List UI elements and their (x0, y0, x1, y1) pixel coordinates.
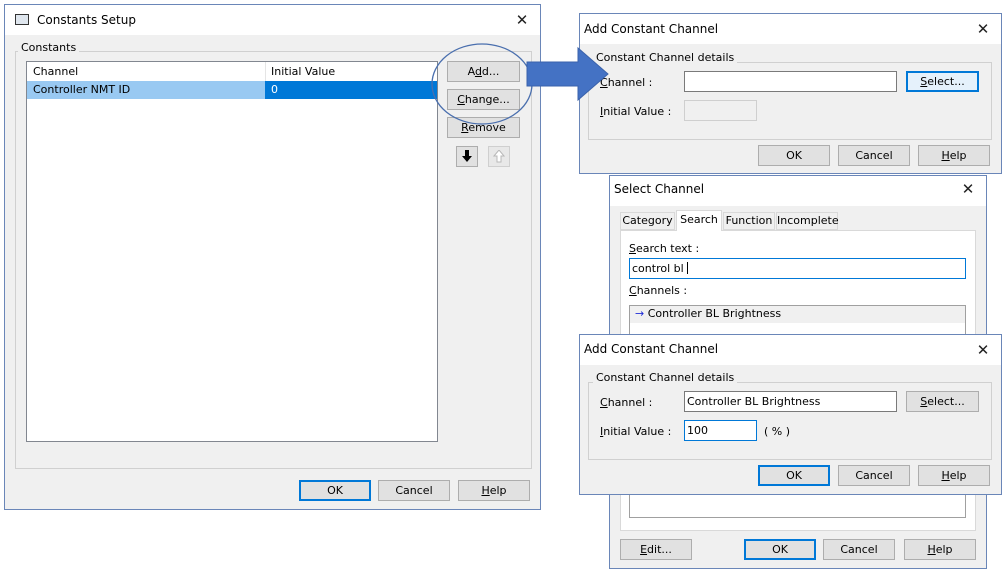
cancel-button[interactable]: Cancel (378, 480, 450, 501)
help-button[interactable]: Help (904, 539, 976, 560)
select-button[interactable]: Select... (906, 71, 979, 92)
arrow-up-icon (492, 149, 506, 163)
title-bar: Add Constant Channel ✕ (580, 335, 1001, 365)
edit-button[interactable]: Edit... (620, 539, 692, 560)
channel-label: Channel : (600, 76, 653, 89)
constants-group-label: Constants (18, 41, 80, 54)
initial-value-field (684, 100, 757, 121)
cancel-button[interactable]: Cancel (823, 539, 895, 560)
window-title: Constants Setup (37, 13, 136, 27)
list-item[interactable]: → Controller BL Brightness (630, 306, 965, 323)
window-title: Add Constant Channel (584, 342, 719, 356)
arrow-down-icon (462, 150, 472, 162)
search-text-label: Search text : (629, 242, 700, 255)
channel-details-label: Constant Channel details (593, 371, 738, 384)
search-input[interactable]: control bl (629, 258, 966, 279)
close-icon[interactable]: ✕ (958, 179, 978, 199)
title-bar: Constants Setup ✕ (5, 5, 540, 35)
select-button[interactable]: Select... (906, 391, 979, 412)
channel-label: Channel : (600, 396, 653, 409)
add-constant-channel-filled-window: Add Constant Channel ✕ Constant Channel … (579, 334, 1002, 495)
move-up-button[interactable] (488, 146, 510, 167)
help-button[interactable]: Help (918, 465, 990, 486)
title-bar: Add Constant Channel ✕ (580, 14, 1001, 44)
tab-strip: Category Search Function Incomplete (620, 210, 974, 231)
change-button[interactable]: Change... (447, 89, 520, 110)
ok-button[interactable]: OK (758, 145, 830, 166)
initial-value-field[interactable]: 100 (684, 420, 757, 441)
arrow-right-icon: → (635, 307, 645, 320)
ok-button[interactable]: OK (744, 539, 816, 560)
close-icon[interactable]: ✕ (512, 10, 532, 30)
help-button[interactable]: Help (458, 480, 530, 501)
row-channel-cell: Controller NMT ID (27, 81, 265, 99)
initial-value-label: Initial Value : (600, 105, 672, 118)
row-value-cell: 0 (265, 81, 437, 99)
ok-button[interactable]: OK (299, 480, 371, 501)
channels-label: Channels : (629, 284, 688, 297)
tab-function[interactable]: Function (723, 212, 775, 230)
column-divider (265, 62, 266, 81)
unit-label: ( % ) (764, 425, 791, 438)
text-cursor (686, 262, 688, 274)
help-button[interactable]: Help (918, 145, 990, 166)
close-icon[interactable]: ✕ (973, 340, 993, 360)
window-icon (15, 14, 29, 25)
close-icon[interactable]: ✕ (973, 19, 993, 39)
channel-details-label: Constant Channel details (593, 51, 738, 64)
column-header-channel[interactable]: Channel (33, 65, 78, 78)
title-bar: Select Channel ✕ (610, 176, 986, 206)
constants-setup-window: Constants Setup ✕ Constants Channel Init… (4, 4, 541, 510)
column-header-initial-value[interactable]: Initial Value (271, 65, 335, 78)
move-down-button[interactable] (456, 146, 478, 167)
window-title: Add Constant Channel (584, 22, 719, 36)
list-header: Channel Initial Value (27, 62, 437, 82)
channel-field[interactable]: Controller BL Brightness (684, 391, 897, 412)
ok-button[interactable]: OK (758, 465, 830, 486)
tab-search[interactable]: Search (676, 210, 722, 231)
add-button[interactable]: Add... (447, 61, 520, 82)
channel-name: Controller BL Brightness (647, 307, 782, 320)
remove-button[interactable]: Remove (447, 117, 520, 138)
channel-field[interactable] (684, 71, 897, 92)
cancel-button[interactable]: Cancel (838, 465, 910, 486)
table-row[interactable]: Controller NMT ID 0 (27, 81, 437, 99)
constants-list[interactable]: Channel Initial Value Controller NMT ID … (26, 61, 438, 442)
tab-category[interactable]: Category (620, 212, 675, 230)
window-title: Select Channel (614, 182, 705, 196)
tab-incomplete[interactable]: Incomplete (776, 212, 839, 230)
initial-value-label: Initial Value : (600, 425, 672, 438)
add-constant-channel-window: Add Constant Channel ✕ Constant Channel … (579, 13, 1002, 174)
cancel-button[interactable]: Cancel (838, 145, 910, 166)
